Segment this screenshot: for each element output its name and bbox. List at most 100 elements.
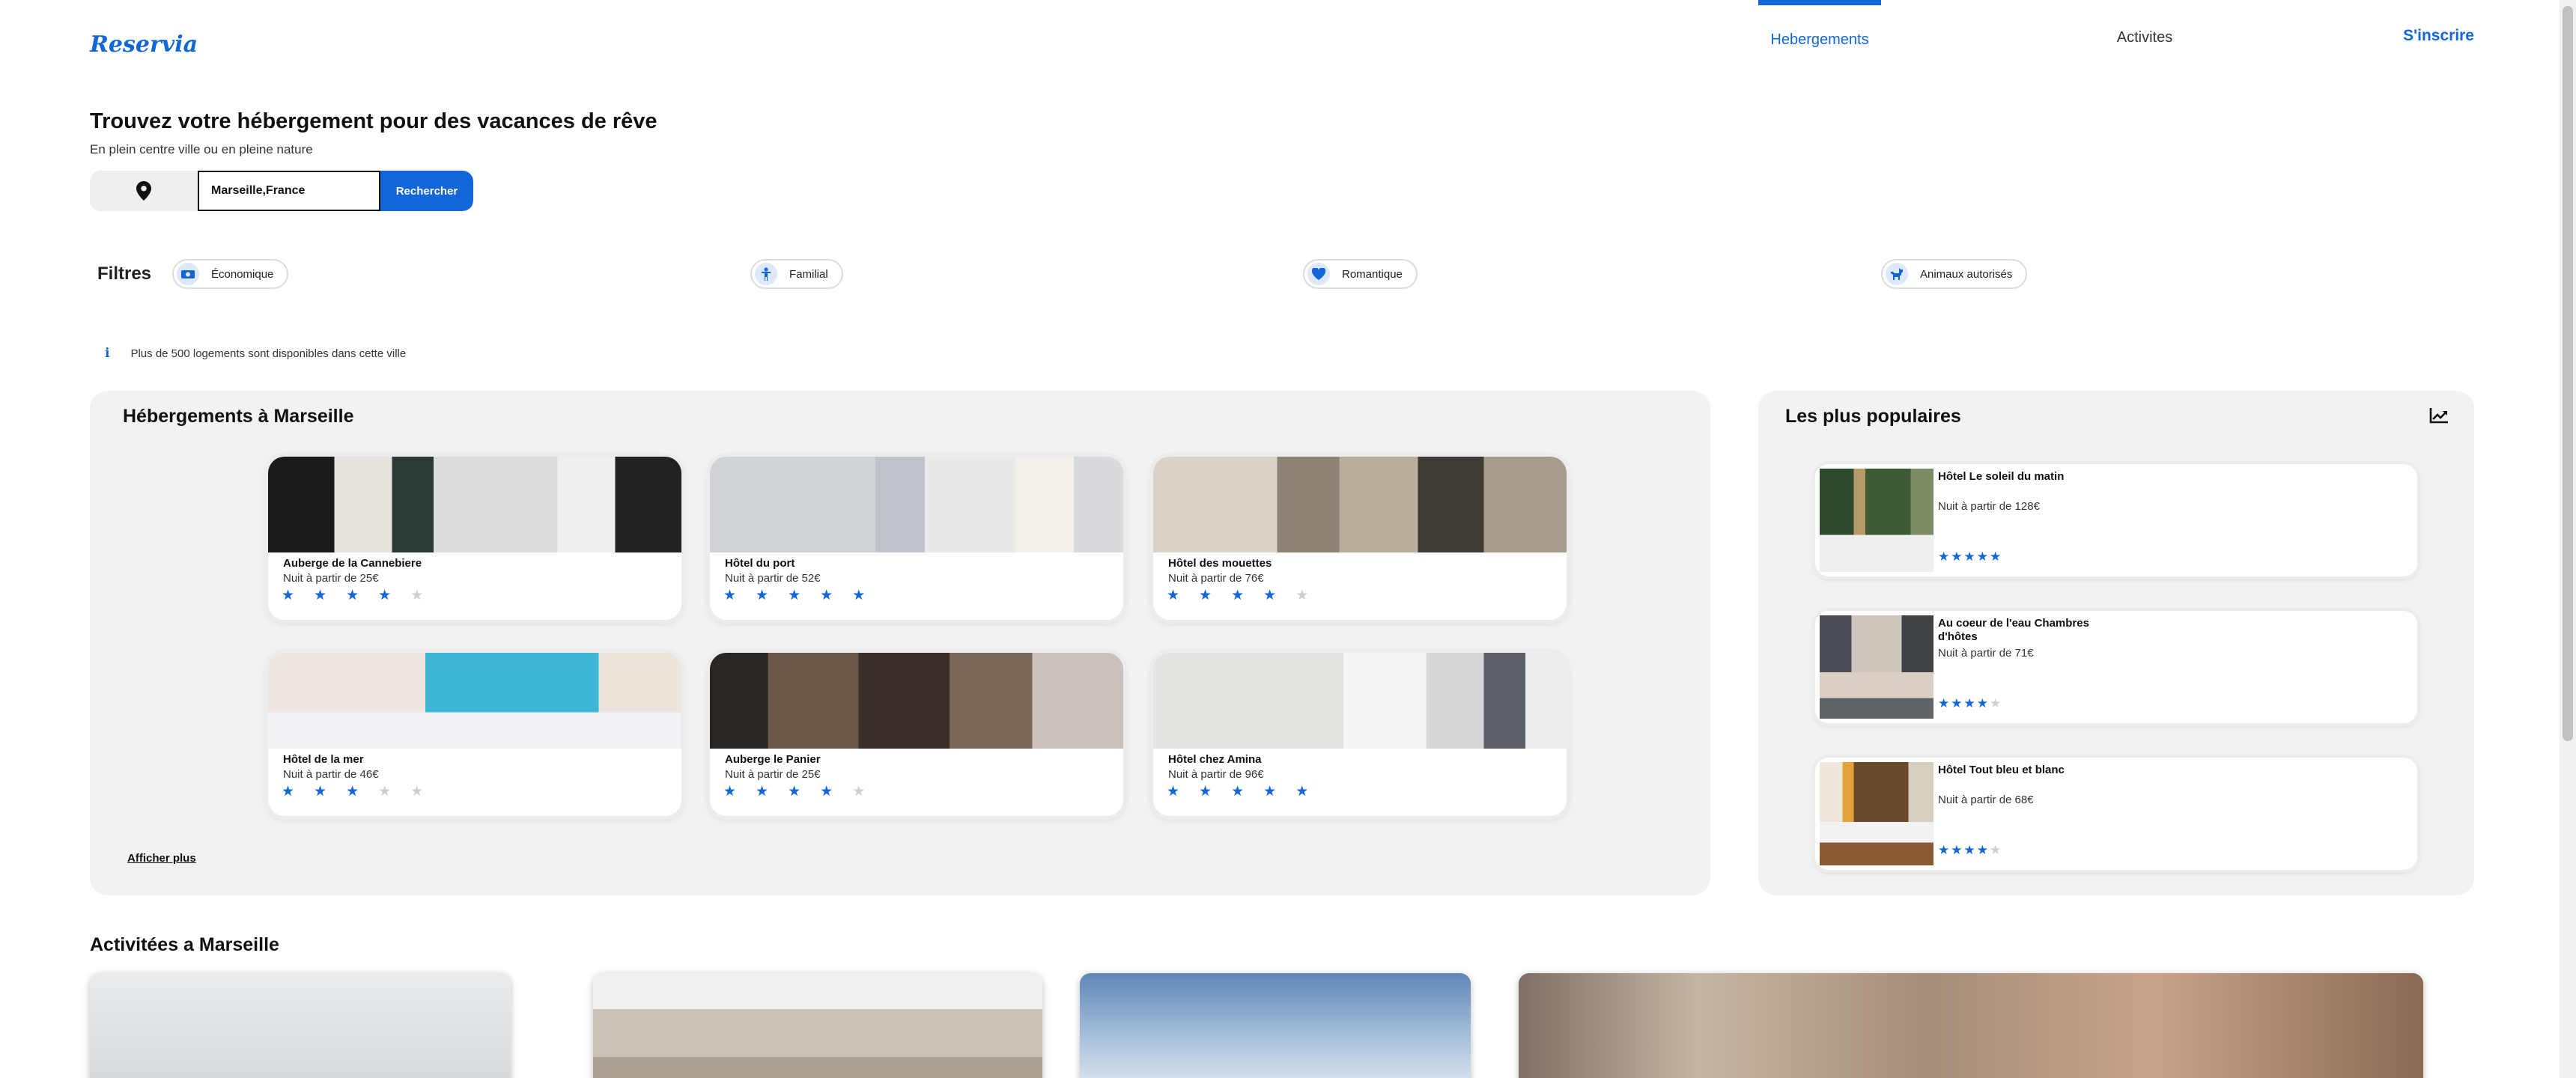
filters-label: Filtres bbox=[97, 264, 152, 284]
child-icon bbox=[755, 263, 777, 285]
hotel-rating: ★ ★ ★ ★ ★ bbox=[282, 785, 423, 799]
hotel-price: Nuit à partir de 76€ bbox=[1168, 572, 1264, 585]
star-icon: ★ bbox=[756, 587, 769, 603]
info-icon: i bbox=[105, 346, 110, 361]
star-icon: ★ bbox=[788, 587, 801, 603]
star-icon: ★ bbox=[346, 587, 359, 603]
star-icon: ★ bbox=[852, 783, 866, 800]
search-input[interactable] bbox=[198, 171, 380, 211]
star-icon: ★ bbox=[1990, 549, 2002, 564]
hotel-rating: ★ ★ ★ ★ ★ bbox=[1167, 785, 1308, 799]
popular-rating: ★ ★ ★ ★ ★ bbox=[1938, 844, 2001, 857]
filter-label: Animaux autorisés bbox=[1920, 267, 2013, 281]
star-icon: ★ bbox=[1976, 843, 1988, 858]
page-scrollbar[interactable] bbox=[2560, 0, 2576, 1078]
hotel-photo bbox=[268, 653, 681, 749]
activity-photo-fill bbox=[90, 973, 511, 1078]
nav-hebergements[interactable]: Hebergements bbox=[1758, 0, 1881, 75]
trend-chart-icon[interactable] bbox=[2429, 407, 2449, 427]
hotel-rating: ★ ★ ★ ★ ★ bbox=[282, 588, 423, 603]
hotel-photo bbox=[710, 653, 1123, 749]
brand-logo[interactable]: Reservia bbox=[90, 31, 198, 58]
hotel-card[interactable]: Auberge le Panier Nuit à partir de 25€ ★… bbox=[710, 653, 1123, 816]
star-icon: ★ bbox=[1976, 696, 1988, 711]
lodging-title: Hébergements à Marseille bbox=[123, 406, 354, 427]
activities-title: Activitées a Marseille bbox=[90, 934, 279, 955]
star-icon: ★ bbox=[346, 783, 359, 800]
star-icon: ★ bbox=[1167, 587, 1180, 603]
page-subtitle: En plein centre ville ou en pleine natur… bbox=[90, 142, 313, 156]
hotel-card[interactable]: Hôtel de la mer Nuit à partir de 46€ ★ ★ ★… bbox=[268, 653, 681, 816]
scrollbar-thumb[interactable] bbox=[2563, 6, 2573, 741]
popular-card[interactable]: Hôtel Tout bleu et blanc Nuit à partir d… bbox=[1815, 758, 2417, 870]
popular-name: Hôtel Tout bleu et blanc bbox=[1938, 764, 2065, 776]
star-icon: ★ bbox=[1295, 587, 1309, 603]
star-icon: ★ bbox=[1951, 696, 1963, 711]
hotel-price: Nuit à partir de 52€ bbox=[725, 572, 821, 585]
hotel-rating: ★ ★ ★ ★ ★ bbox=[1167, 588, 1308, 603]
star-icon: ★ bbox=[1263, 587, 1277, 603]
popular-card[interactable]: Hôtel Le soleil du matin Nuit à partir d… bbox=[1815, 464, 2417, 576]
hotel-name: Auberge le Panier bbox=[725, 753, 821, 766]
popular-card[interactable]: Au coeur de l'eau Chambres d'hôtes Nuit … bbox=[1815, 611, 2417, 723]
signup-link[interactable]: S'inscrire bbox=[2403, 27, 2474, 45]
filter-romantique[interactable]: Romantique bbox=[1303, 259, 1418, 289]
activity-photo[interactable] bbox=[593, 973, 1042, 1078]
hotel-card[interactable]: Hôtel du port Nuit à partir de 52€ ★ ★ ★ ★ ★ bbox=[710, 457, 1123, 620]
star-icon: ★ bbox=[282, 783, 295, 800]
popular-rating: ★ ★ ★ ★ ★ bbox=[1938, 551, 2001, 564]
star-icon: ★ bbox=[410, 587, 424, 603]
hotel-rating: ★ ★ ★ ★ ★ bbox=[723, 785, 865, 799]
page-title: Trouvez votre hébergement pour des vacan… bbox=[90, 109, 657, 133]
search-bar: Rechercher bbox=[90, 171, 473, 211]
filter-label: Romantique bbox=[1342, 267, 1403, 281]
hotel-card[interactable]: Hôtel chez Amina Nuit à partir de 96€ ★ ★… bbox=[1153, 653, 1567, 816]
star-icon: ★ bbox=[1231, 587, 1245, 603]
popular-photo bbox=[1820, 615, 1933, 719]
hotel-price: Nuit à partir de 25€ bbox=[283, 572, 379, 585]
hotel-photo bbox=[1153, 653, 1567, 749]
hotel-photo bbox=[268, 457, 681, 552]
dog-icon bbox=[1886, 263, 1908, 285]
nav-activites[interactable]: Activites bbox=[2085, 0, 2205, 75]
activity-photo[interactable] bbox=[1080, 973, 1471, 1078]
activity-photo[interactable] bbox=[1519, 973, 2423, 1078]
star-icon: ★ bbox=[1990, 843, 2002, 858]
star-icon: ★ bbox=[314, 783, 327, 800]
star-icon: ★ bbox=[1938, 696, 1950, 711]
heart-icon bbox=[1307, 263, 1330, 285]
star-icon: ★ bbox=[820, 587, 833, 603]
activity-photo[interactable] bbox=[90, 973, 511, 1078]
hotel-card[interactable]: Auberge de la Cannebiere Nuit à partir d… bbox=[268, 457, 681, 620]
star-icon: ★ bbox=[1963, 843, 1975, 858]
star-icon: ★ bbox=[1199, 783, 1212, 800]
info-text: Plus de 500 logements sont disponibles d… bbox=[130, 347, 407, 360]
hotel-photo bbox=[1153, 457, 1567, 552]
star-icon: ★ bbox=[282, 587, 295, 603]
star-icon: ★ bbox=[1167, 783, 1180, 800]
popular-price: Nuit à partir de 68€ bbox=[1938, 794, 2034, 806]
filter-economique[interactable]: Économique bbox=[172, 259, 289, 289]
show-more-link[interactable]: Afficher plus bbox=[127, 852, 196, 865]
star-icon: ★ bbox=[723, 783, 737, 800]
filter-familial[interactable]: Familial bbox=[750, 259, 843, 289]
hotel-name: Hôtel chez Amina bbox=[1168, 753, 1262, 766]
star-icon: ★ bbox=[1963, 549, 1975, 564]
hotel-name: Hôtel du port bbox=[725, 557, 795, 570]
hotel-price: Nuit à partir de 25€ bbox=[725, 768, 821, 781]
star-icon: ★ bbox=[314, 587, 327, 603]
popular-photo bbox=[1820, 762, 1933, 865]
info-message: i Plus de 500 logements sont disponibles… bbox=[105, 346, 406, 361]
star-icon: ★ bbox=[410, 783, 424, 800]
activity-photo-fill bbox=[593, 973, 1042, 1078]
hotel-price: Nuit à partir de 96€ bbox=[1168, 768, 1264, 781]
search-button[interactable]: Rechercher bbox=[380, 171, 473, 211]
filter-label: Familial bbox=[789, 267, 828, 281]
star-icon: ★ bbox=[1976, 549, 1988, 564]
activity-photo-fill bbox=[1519, 973, 2423, 1078]
star-icon: ★ bbox=[1938, 843, 1950, 858]
star-icon: ★ bbox=[1990, 696, 2002, 711]
filter-animaux[interactable]: Animaux autorisés bbox=[1881, 259, 2028, 289]
hotel-card[interactable]: Hôtel des mouettes Nuit à partir de 76€ … bbox=[1153, 457, 1567, 620]
popular-price: Nuit à partir de 71€ bbox=[1938, 647, 2034, 660]
